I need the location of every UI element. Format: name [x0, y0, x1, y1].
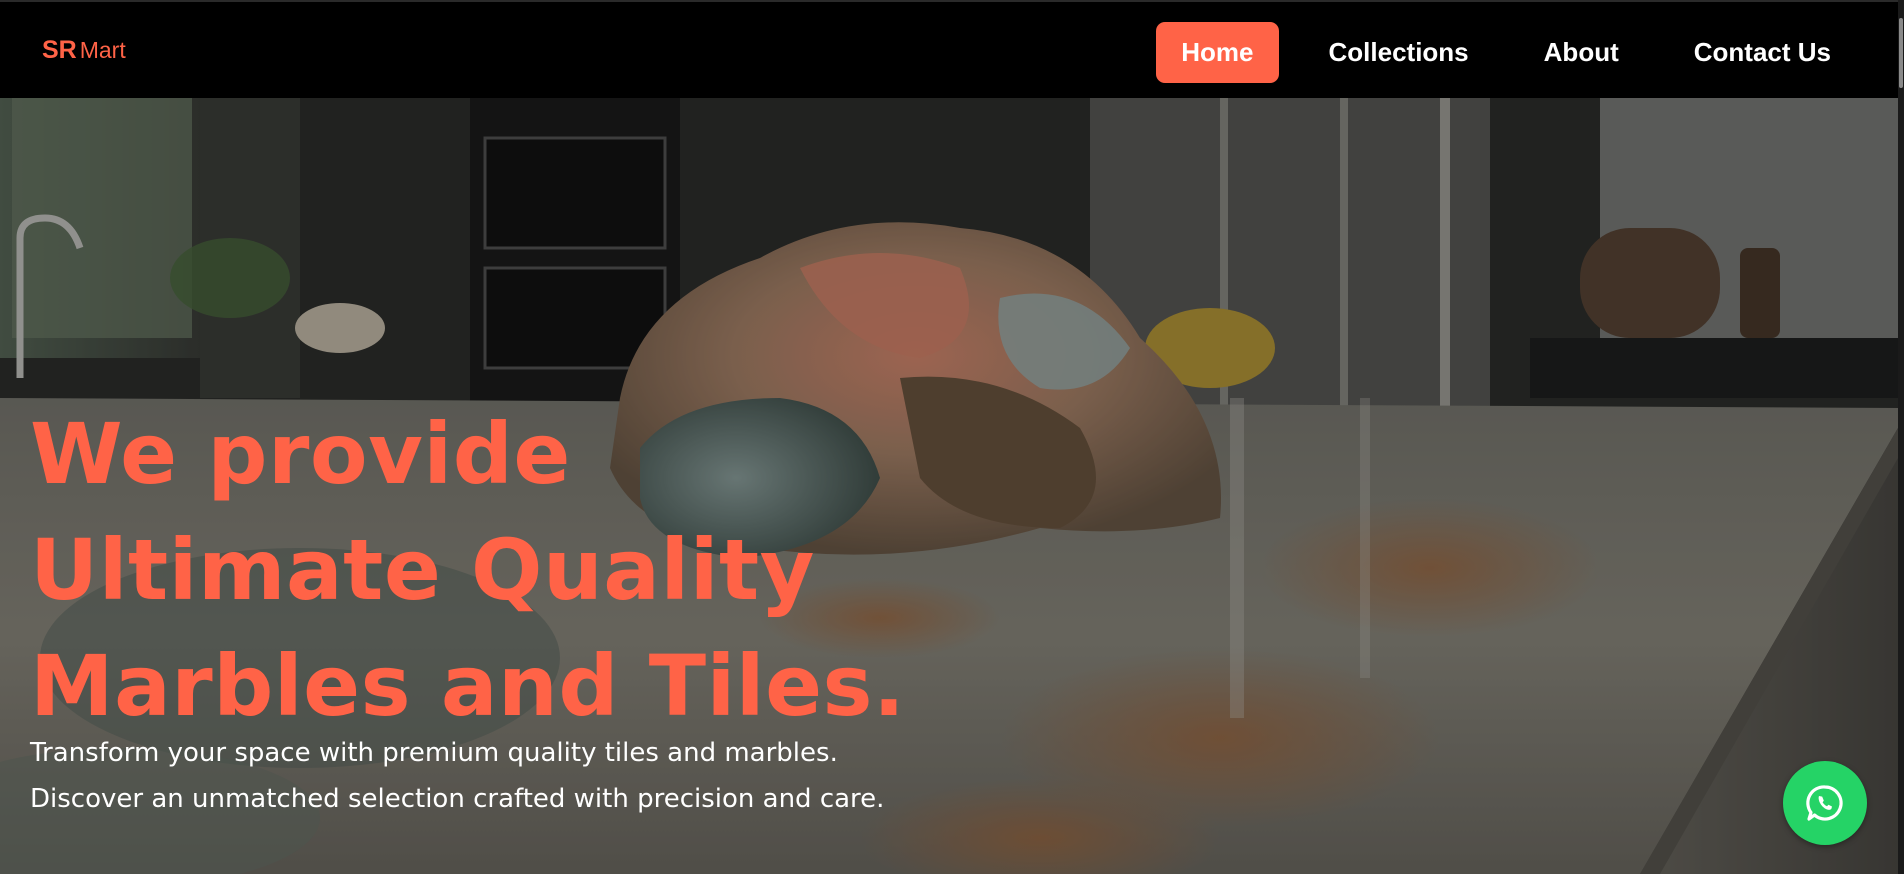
nav-item-collections[interactable]: Collections: [1304, 22, 1494, 83]
brand-logo-light: Mart: [79, 37, 126, 63]
hero-title-line-3: Marbles and Tiles.: [30, 637, 906, 735]
hero-subtitle-line-1: Transform your space with premium qualit…: [30, 738, 838, 768]
scrollbar-thumb[interactable]: [1899, 18, 1903, 88]
nav-links: Home Collections About Contact Us: [1131, 22, 1856, 83]
nav-item-about[interactable]: About: [1519, 22, 1644, 83]
page: SR Mart Home Collections About Contact Us: [0, 0, 1904, 874]
hero-title: We provide Ultimate Quality Marbles and …: [30, 396, 1030, 744]
hero-subtitle-line-2: Discover an unmatched selection crafted …: [30, 784, 885, 814]
hero-subtitle: Transform your space with premium qualit…: [30, 730, 1030, 822]
whatsapp-button[interactable]: [1783, 761, 1867, 845]
window-scrollbar[interactable]: [1898, 0, 1904, 874]
navbar: SR Mart Home Collections About Contact Us: [0, 0, 1898, 98]
whatsapp-icon: [1806, 785, 1843, 821]
brand-logo[interactable]: SR Mart: [42, 36, 126, 65]
brand-logo-bold: SR: [42, 36, 77, 64]
nav-item-contact-us[interactable]: Contact Us: [1669, 22, 1856, 83]
hero-section: We provide Ultimate Quality Marbles and …: [0, 98, 1898, 874]
hero-title-line-2: Ultimate Quality: [30, 521, 815, 619]
nav-item-home[interactable]: Home: [1156, 22, 1279, 83]
hero-title-line-1: We provide: [30, 405, 571, 503]
